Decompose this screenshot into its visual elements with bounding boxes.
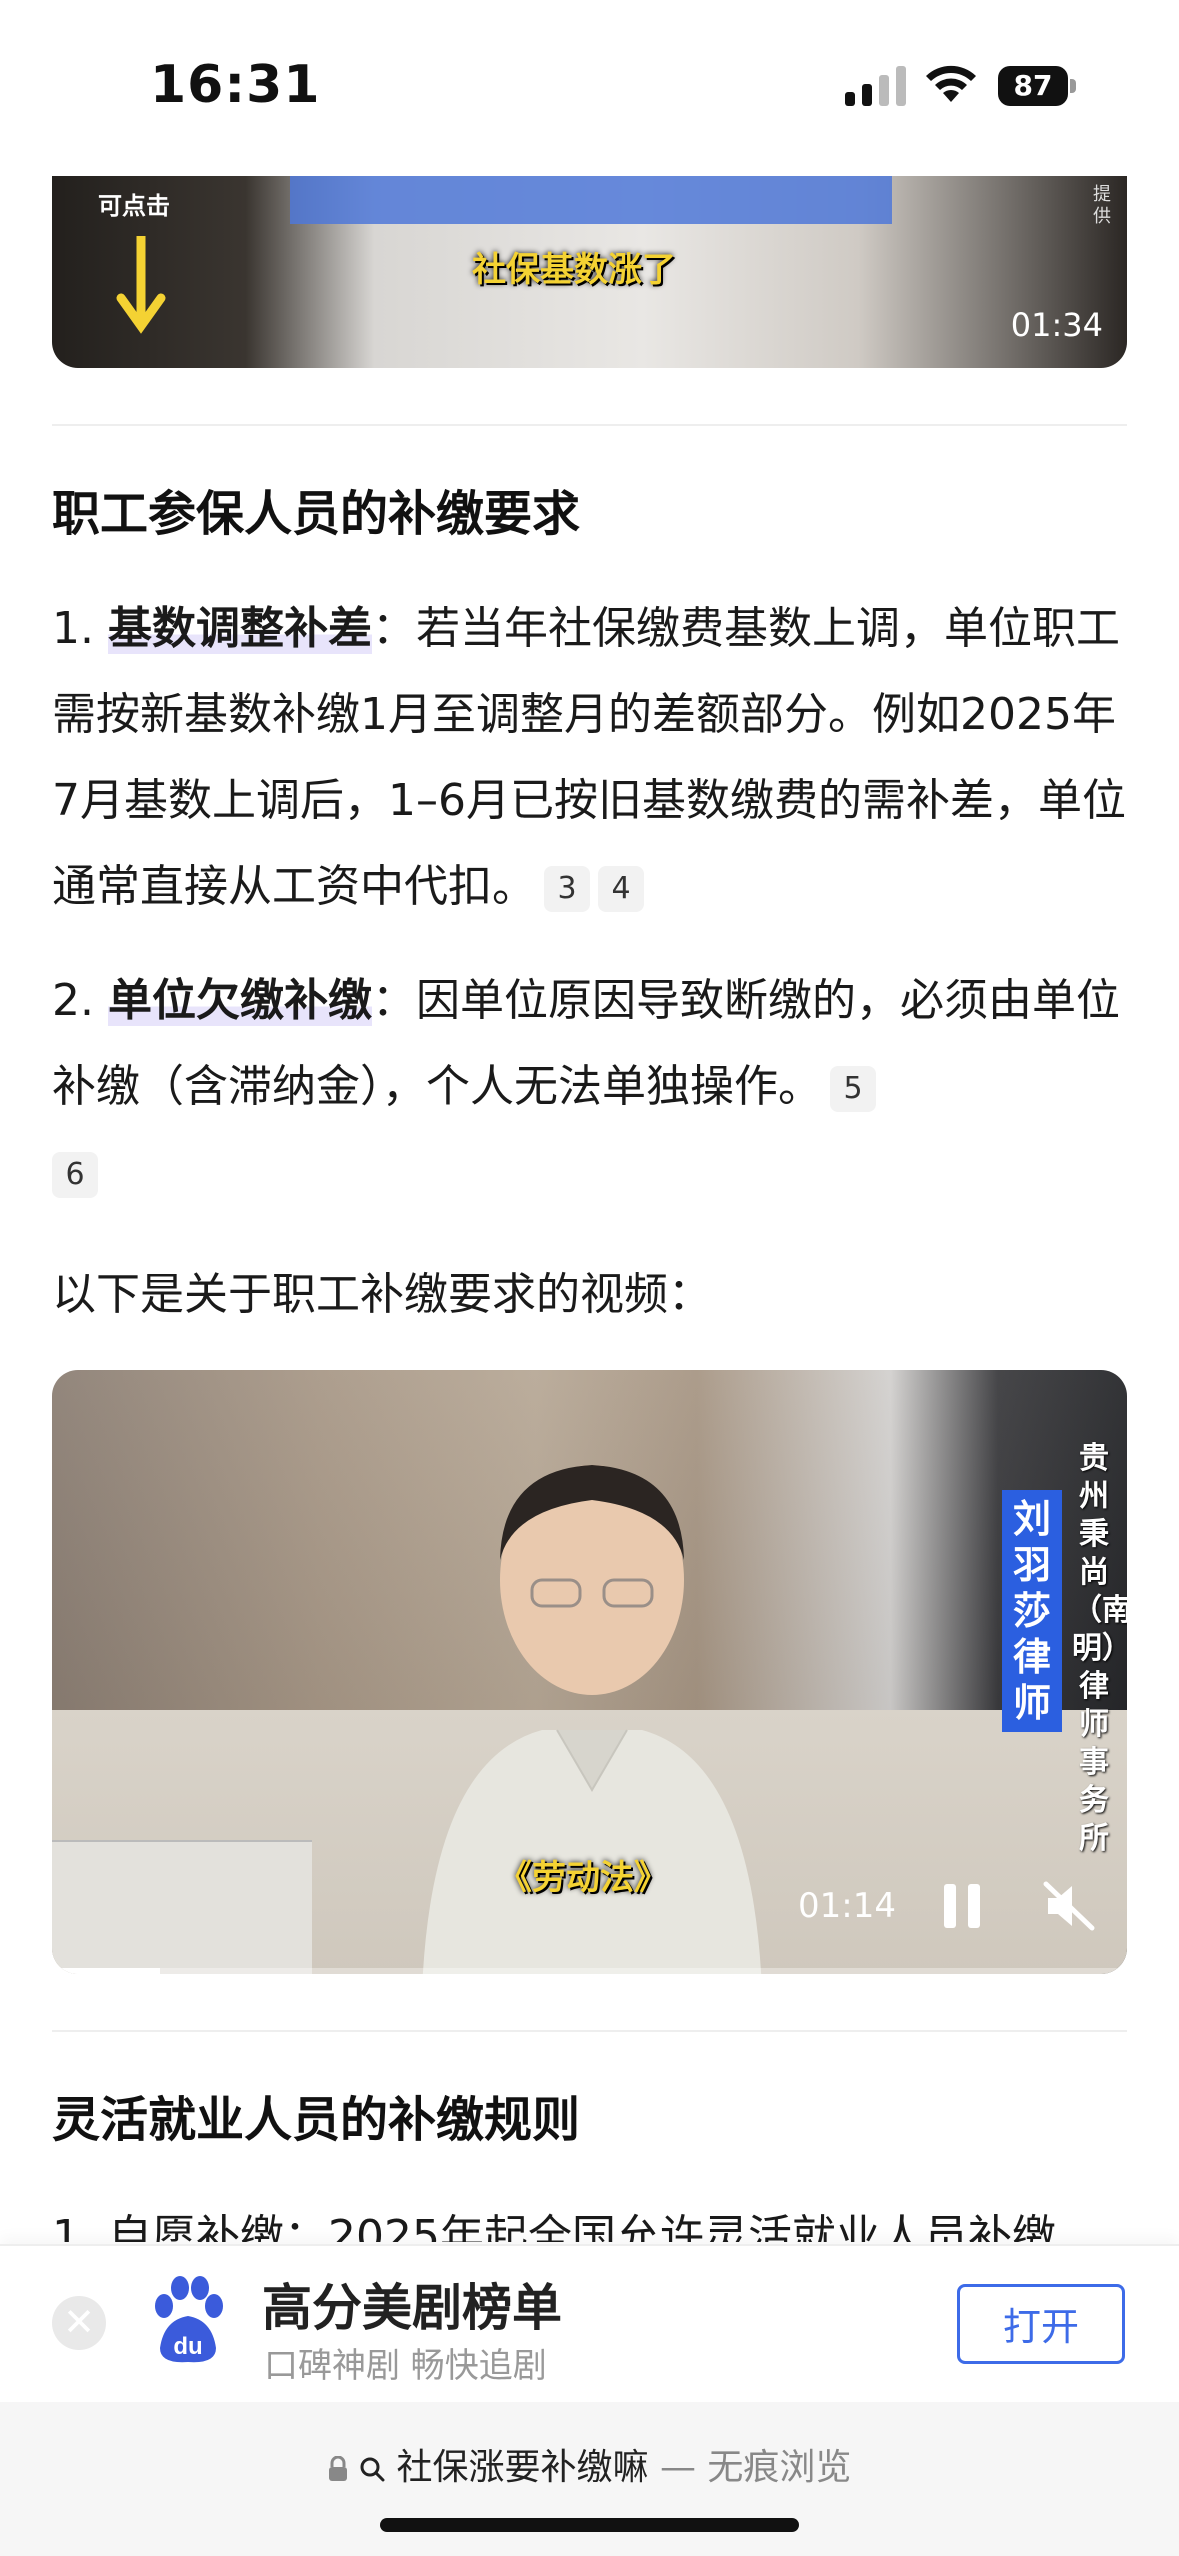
term-highlight[interactable]: 单位欠缴补缴 (107, 975, 372, 1026)
section-title: 职工参保人员的补缴要求 (52, 486, 581, 542)
video-time: 01:14 (798, 1886, 896, 1926)
search-query: 社保涨要补缴嘛 (396, 2447, 649, 2488)
top-video-caption: 社保基数涨了 (472, 250, 676, 290)
app-promo-banner[interactable]: ✕ du 高分美剧榜单 口碑神剧 畅快追剧 打开 (0, 2244, 1179, 2404)
svg-text:du: du (173, 2333, 202, 2360)
pause-icon[interactable] (940, 1880, 984, 1932)
video-progress-fill (52, 1968, 160, 1974)
top-video-thumbnail[interactable]: 可点击 社保基数涨了 提供 01:34 (52, 176, 1127, 368)
law-firm-label: 贵州秉尚（南明）律师事务所 (1072, 1441, 1127, 1856)
home-indicator[interactable] (380, 2518, 799, 2532)
battery-level: 87 (998, 66, 1068, 106)
lawyer-name-label: 刘羽莎律师 (1002, 1490, 1062, 1732)
app-promo-subtitle: 口碑神剧 畅快追剧 (264, 2346, 547, 2386)
private-mode-label: — 无痕浏览 (648, 2447, 852, 2488)
address-bar[interactable]: 社保涨要补缴嘛 — 无痕浏览 (0, 2438, 1179, 2490)
divider (52, 424, 1127, 426)
term-highlight[interactable]: 基数调整补差 (107, 603, 372, 654)
status-bar: 16:31 87 (0, 0, 1179, 170)
lock-icon (328, 2455, 347, 2481)
video-subtitle: 《劳动法》 (498, 1858, 668, 1898)
browser-bottom-bar: 社保涨要补缴嘛 — 无痕浏览 (0, 2402, 1179, 2556)
wifi-icon (926, 65, 976, 102)
cellular-signal-icon (845, 66, 906, 106)
video-hint-text: 可点击 (98, 192, 170, 220)
divider (52, 2030, 1127, 2032)
status-time: 16:31 (150, 55, 321, 115)
top-video-duration: 01:34 (1010, 306, 1103, 344)
video-progress-bar[interactable] (52, 1968, 1127, 1974)
list-item: 2. 单位欠缴补缴：因单位原因导致断缴的，必须由单位补缴（含滞纳金），个人无法单… (52, 958, 1132, 1216)
citation-badge[interactable]: 6 (52, 1152, 98, 1198)
battery-icon: 87 (998, 66, 1076, 106)
partial-list-item: 1. 自愿补缴：2025年起全国允许灵活就业人员补缴 (52, 2211, 1056, 2242)
down-arrow-icon (116, 236, 166, 334)
section-title: 灵活就业人员的补缴规则 (52, 2092, 581, 2148)
baidu-paw-logo: du (155, 2276, 223, 2363)
citation-badge[interactable]: 4 (598, 866, 644, 912)
app-promo-title: 高分美剧榜单 (262, 2279, 562, 2337)
open-app-button[interactable]: 打开 (957, 2284, 1125, 2364)
search-icon (360, 2457, 385, 2482)
close-icon[interactable]: ✕ (52, 2296, 106, 2350)
video-player[interactable]: 刘羽莎律师 贵州秉尚（南明）律师事务所 《劳动法》 01:14 (52, 1370, 1127, 1974)
citation-badge[interactable]: 3 (544, 866, 590, 912)
list-item: 1. 基数调整补差：若当年社保缴费基数上调，单位职工需按新基数补缴1月至调整月的… (52, 603, 1126, 912)
citation-badge[interactable]: 5 (830, 1066, 876, 1112)
video-lead-text: 以下是关于职工补缴要求的视频： (52, 1269, 712, 1320)
mute-icon[interactable] (1042, 1880, 1096, 1932)
